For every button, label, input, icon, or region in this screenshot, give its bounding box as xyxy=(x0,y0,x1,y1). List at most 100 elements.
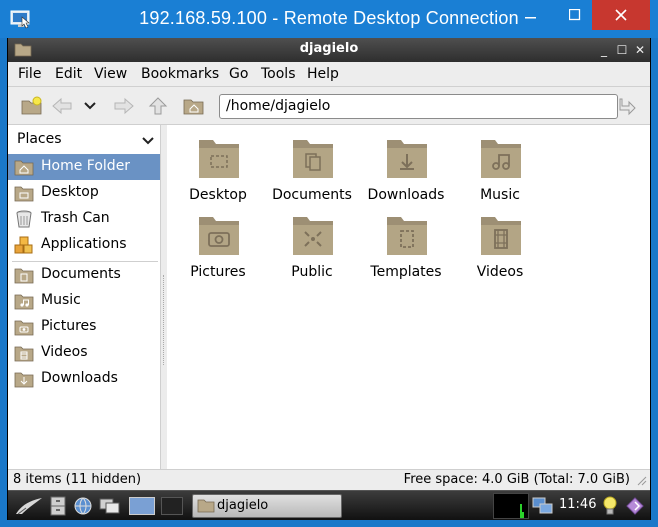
sidebar-item-documents[interactable]: Documents xyxy=(8,262,160,288)
file-item-label: Pictures xyxy=(190,264,246,280)
file-item-label: Videos xyxy=(476,264,524,280)
menu-edit[interactable]: Edit xyxy=(55,66,82,82)
file-manager-launcher[interactable] xyxy=(48,494,68,518)
window-minimize-button[interactable]: _ xyxy=(596,42,612,58)
new-tab-button[interactable] xyxy=(20,95,44,117)
rdp-titlebar: 192.168.59.100 - Remote Desktop Connecti… xyxy=(0,0,658,38)
sidebar-item-label: Videos xyxy=(41,344,88,360)
minimize-icon xyxy=(525,17,536,19)
sidebar-item-label: Downloads xyxy=(41,370,118,386)
cpu-graph-icon xyxy=(520,504,524,518)
browser-launcher[interactable] xyxy=(72,494,94,518)
sidebar-item-label: Pictures xyxy=(41,318,97,334)
desktop-icon xyxy=(14,186,34,202)
chevron-down-icon xyxy=(142,137,154,145)
workspace-pager[interactable] xyxy=(128,494,156,518)
folder-desktop-icon xyxy=(199,140,239,178)
go-button[interactable] xyxy=(616,95,640,117)
sidebar-item-pictures[interactable]: Pictures xyxy=(8,314,160,340)
free-space: Free space: 4.0 GiB (Total: 7.0 GiB) xyxy=(403,472,630,487)
applications-icon xyxy=(14,236,33,254)
file-view: Desktop Documents Downloads Music Pictur… xyxy=(167,125,650,469)
sidebar-item-trash[interactable]: Trash Can xyxy=(8,206,160,232)
file-item-label: Public xyxy=(291,264,333,280)
back-button[interactable] xyxy=(50,95,74,117)
sidebar-item-label: Documents xyxy=(41,266,121,282)
file-item-videos[interactable]: Videos xyxy=(453,208,547,284)
sidebar-item-applications[interactable]: Applications xyxy=(8,232,160,258)
workspace-pager-2[interactable] xyxy=(160,494,184,518)
sidebar-item-downloads[interactable]: Downloads xyxy=(8,366,160,392)
folder-documents-icon xyxy=(293,140,333,178)
logout-button[interactable] xyxy=(624,494,646,518)
back-arrow-icon xyxy=(52,97,72,115)
rdp-close-button[interactable] xyxy=(592,0,650,30)
sidebar-item-music[interactable]: Music xyxy=(8,288,160,314)
sidebar-item-label: Desktop xyxy=(41,184,99,200)
file-item-music[interactable]: Music xyxy=(453,131,547,207)
menu-file[interactable]: File xyxy=(18,66,41,82)
forward-arrow-icon xyxy=(114,97,134,115)
window-title: djagielo xyxy=(299,41,359,56)
folder-videos-icon xyxy=(481,217,521,255)
workspace-2[interactable] xyxy=(161,497,183,515)
resize-grip-icon[interactable] xyxy=(635,474,647,486)
go-jump-icon xyxy=(619,98,636,116)
window-titlebar[interactable]: djagielo _ ☐ ✕ xyxy=(8,38,650,62)
network-status[interactable] xyxy=(532,494,554,518)
update-notifier[interactable] xyxy=(600,494,620,518)
sidebar-mode-selector[interactable]: Places xyxy=(8,125,161,154)
file-item-desktop[interactable]: Desktop xyxy=(171,131,265,207)
globe-icon xyxy=(74,497,92,515)
taskbar-window-button[interactable]: djagielo xyxy=(192,494,342,518)
file-item-public[interactable]: Public xyxy=(265,208,359,284)
rdp-minimize-button[interactable] xyxy=(508,0,554,30)
folder-downloads-icon xyxy=(14,372,34,388)
show-desktop-button[interactable] xyxy=(98,494,122,518)
item-count: 8 items (11 hidden) xyxy=(13,472,142,487)
up-button[interactable] xyxy=(146,95,170,117)
taskbar: djagielo 11:46 xyxy=(8,490,650,520)
clock[interactable]: 11:46 xyxy=(559,497,596,512)
file-item-downloads[interactable]: Downloads xyxy=(359,131,453,207)
home-button[interactable] xyxy=(182,95,206,117)
cpu-monitor[interactable] xyxy=(493,493,529,519)
menu-bar: File Edit View Bookmarks Go Tools Help xyxy=(8,62,650,87)
folder-pictures-icon xyxy=(199,217,239,255)
file-item-label: Desktop xyxy=(189,187,247,203)
menu-view[interactable]: View xyxy=(94,66,127,82)
folder-icon xyxy=(197,499,215,513)
location-bar[interactable]: /home/djagielo xyxy=(219,94,618,119)
sidebar-item-home-folder[interactable]: Home Folder xyxy=(8,154,160,180)
folder-downloads-icon xyxy=(387,140,427,178)
forward-button[interactable] xyxy=(112,95,136,117)
folder-videos-icon xyxy=(14,346,34,362)
start-menu-button[interactable] xyxy=(12,494,46,518)
sidebar-item-desktop[interactable]: Desktop xyxy=(8,180,160,206)
toolbar: /home/djagielo xyxy=(8,87,650,125)
menu-go[interactable]: Go xyxy=(229,66,248,82)
file-item-templates[interactable]: Templates xyxy=(359,208,453,284)
sidebar-item-videos[interactable]: Videos xyxy=(8,340,160,366)
network-icon xyxy=(532,497,553,514)
file-item-label: Music xyxy=(480,187,520,203)
file-item-pictures[interactable]: Pictures xyxy=(171,208,265,284)
sidebar-item-label: Trash Can xyxy=(41,210,110,226)
lightbulb-icon xyxy=(603,496,617,515)
history-dropdown[interactable] xyxy=(82,95,98,117)
file-item-documents[interactable]: Documents xyxy=(265,131,359,207)
folder-templates-icon xyxy=(387,217,427,255)
folder-music-icon xyxy=(481,140,521,178)
window-maximize-button[interactable]: ☐ xyxy=(614,42,630,58)
folder-pictures-icon xyxy=(14,320,34,336)
window-close-button[interactable]: ✕ xyxy=(632,42,648,58)
sidebar-item-label: Music xyxy=(41,292,81,308)
taskbar-window-label: djagielo xyxy=(217,498,269,513)
menu-tools[interactable]: Tools xyxy=(261,66,296,82)
new-tab-icon xyxy=(21,96,42,115)
up-arrow-icon xyxy=(148,97,168,115)
trash-icon xyxy=(16,210,32,228)
menu-bookmarks[interactable]: Bookmarks xyxy=(141,66,219,82)
workspace-1[interactable] xyxy=(129,497,155,515)
menu-help[interactable]: Help xyxy=(307,66,339,82)
